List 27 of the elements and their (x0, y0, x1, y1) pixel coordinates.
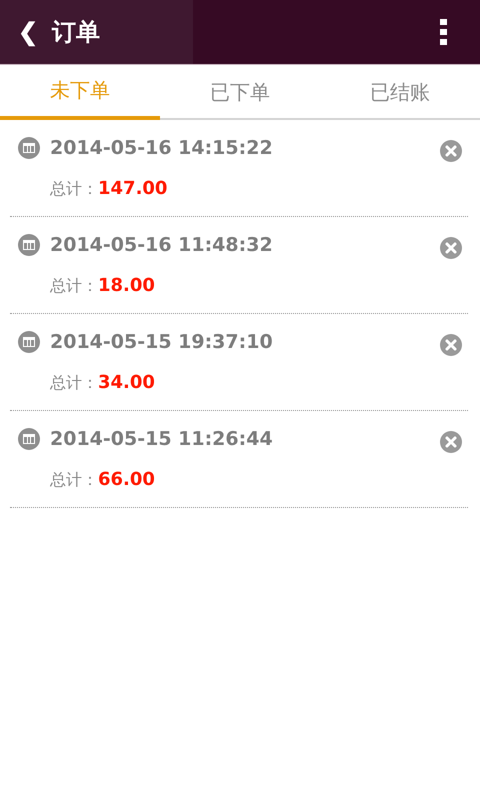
total-amount: 66.00 (98, 469, 155, 490)
page-title: 订单 (52, 17, 100, 48)
total-amount: 34.00 (98, 372, 155, 393)
shop-icon (18, 234, 40, 256)
total-label: 总计： (50, 470, 98, 491)
order-time: 2014-05-15 11:26:44 (50, 428, 273, 450)
shop-icon (18, 428, 40, 450)
close-button[interactable] (440, 140, 462, 162)
order-row[interactable]: 2014-05-15 19:37:10 总计：34.00 (10, 314, 468, 411)
close-button[interactable] (440, 237, 462, 259)
order-time: 2014-05-15 19:37:10 (50, 331, 273, 353)
order-time: 2014-05-16 11:48:32 (50, 234, 273, 256)
order-row[interactable]: 2014-05-15 11:26:44 总计：66.00 (10, 411, 468, 508)
total-amount: 18.00 (98, 275, 155, 296)
close-button[interactable] (440, 431, 462, 453)
total-label: 总计： (50, 373, 98, 394)
order-row[interactable]: 2014-05-16 11:48:32 总计：18.00 (10, 217, 468, 314)
total-label: 总计： (50, 276, 98, 297)
total-label: 总计： (50, 179, 98, 200)
shop-icon (18, 137, 40, 159)
back-button[interactable]: ❮ (14, 18, 42, 46)
close-button[interactable] (440, 334, 462, 356)
shop-icon (18, 331, 40, 353)
order-row[interactable]: 2014-05-16 14:15:22 总计：147.00 (10, 120, 468, 217)
order-time: 2014-05-16 14:15:22 (50, 137, 273, 159)
menu-icon[interactable] (440, 19, 448, 45)
total-amount: 147.00 (98, 178, 168, 199)
